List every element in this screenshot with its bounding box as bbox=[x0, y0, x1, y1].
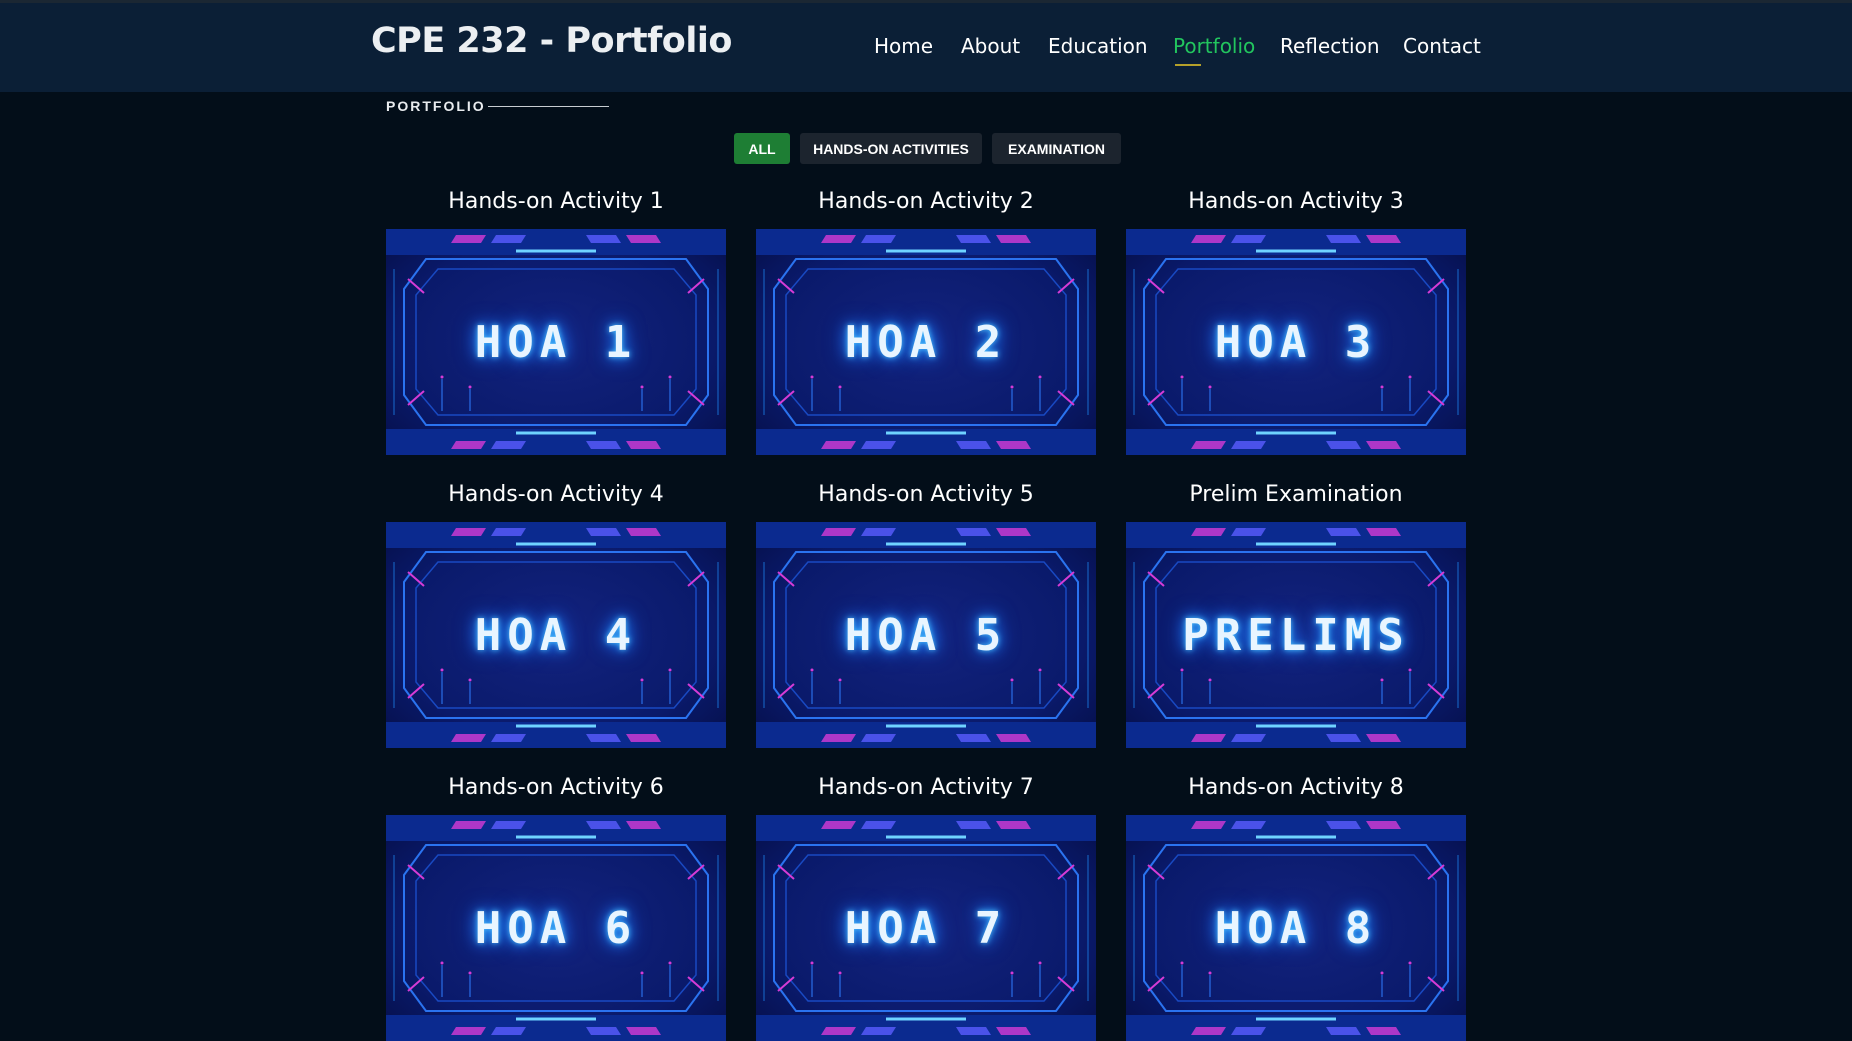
portfolio-card-title: Hands-on Activity 3 bbox=[1188, 189, 1404, 214]
site-header: CPE 232 - Portfolio Home About Education… bbox=[0, 3, 1852, 92]
portfolio-card-title: Hands-on Activity 1 bbox=[448, 189, 664, 214]
thumbnail-label: HOA 5 bbox=[844, 609, 1008, 661]
portfolio-thumbnail[interactable]: HOA 8 bbox=[1126, 815, 1466, 1041]
filter-all[interactable]: ALL bbox=[734, 133, 790, 164]
thumbnail-label: HOA 1 bbox=[474, 316, 638, 368]
nav-active-underline bbox=[1175, 64, 1201, 66]
portfolio-thumbnail[interactable]: HOA 7 bbox=[756, 815, 1096, 1041]
nav-home[interactable]: Home bbox=[874, 34, 933, 58]
section-label: PORTFOLIO bbox=[386, 98, 486, 114]
nav-portfolio-label: Portfolio bbox=[1173, 34, 1256, 58]
nav-contact[interactable]: Contact bbox=[1403, 34, 1481, 58]
portfolio-card-title: Hands-on Activity 4 bbox=[448, 482, 664, 507]
nav-about[interactable]: About bbox=[961, 34, 1020, 58]
nav-portfolio[interactable]: Portfolio bbox=[1173, 34, 1256, 66]
portfolio-thumbnail[interactable]: HOA 5 bbox=[756, 522, 1096, 748]
portfolio-thumbnail[interactable]: HOA 3 bbox=[1126, 229, 1466, 455]
nav-education[interactable]: Education bbox=[1048, 34, 1148, 58]
thumbnail-label: HOA 7 bbox=[844, 902, 1008, 954]
thumbnail-label: HOA 3 bbox=[1214, 316, 1378, 368]
portfolio-thumbnail[interactable]: PRELIMS bbox=[1126, 522, 1466, 748]
portfolio-card-title: Hands-on Activity 6 bbox=[448, 775, 664, 800]
section-divider bbox=[488, 106, 609, 107]
thumbnail-label: HOA 4 bbox=[474, 609, 638, 661]
thumbnail-label: PRELIMS bbox=[1182, 609, 1410, 661]
portfolio-thumbnail[interactable]: HOA 4 bbox=[386, 522, 726, 748]
portfolio-card-title: Prelim Examination bbox=[1189, 482, 1403, 507]
filter-hands-on-activities[interactable]: HANDS-ON ACTIVITIES bbox=[800, 133, 982, 164]
portfolio-card-title: Hands-on Activity 2 bbox=[818, 189, 1034, 214]
thumbnail-label: HOA 6 bbox=[474, 902, 638, 954]
thumbnail-label: HOA 2 bbox=[844, 316, 1008, 368]
main-nav: Home About Education Portfolio Reflectio… bbox=[0, 34, 1852, 74]
portfolio-thumbnail[interactable]: HOA 2 bbox=[756, 229, 1096, 455]
portfolio-card-title: Hands-on Activity 8 bbox=[1188, 775, 1404, 800]
thumbnail-label: HOA 8 bbox=[1214, 902, 1378, 954]
nav-reflection[interactable]: Reflection bbox=[1280, 34, 1380, 58]
portfolio-card-title: Hands-on Activity 5 bbox=[818, 482, 1034, 507]
portfolio-thumbnail[interactable]: HOA 1 bbox=[386, 229, 726, 455]
filter-examination[interactable]: EXAMINATION bbox=[992, 133, 1121, 164]
portfolio-thumbnail[interactable]: HOA 6 bbox=[386, 815, 726, 1041]
portfolio-card-title: Hands-on Activity 7 bbox=[818, 775, 1034, 800]
